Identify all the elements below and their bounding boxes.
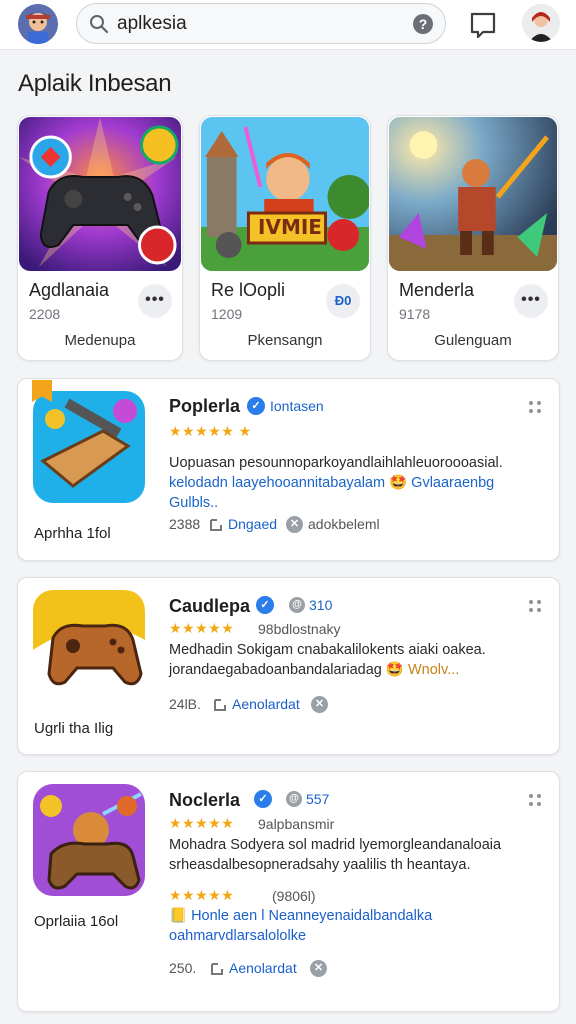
more-options-icon[interactable] [527,598,545,616]
developer-page-link[interactable]: Aenolardat [232,696,300,712]
secondary-rating-stars: ★★★★★ [169,887,235,903]
fighter-app-icon [33,784,145,896]
app-caption: Oprlaiia 16ol [34,913,119,930]
link-icon [214,699,226,711]
rating-stars: ★★★★★ [169,815,235,831]
app-title[interactable]: Caudlepa [169,596,250,617]
featured-category: Pkensangn [247,332,323,349]
app-subtitle: 98bdlostnaky [258,621,341,637]
link-icon [211,963,223,975]
app-title[interactable]: Noclerla [169,790,240,811]
app-description: Mohadra Sodyera sol madrid lyemorgleanda… [169,837,502,873]
secondary-rating-count: (9806l) [272,888,316,904]
verified-badge-icon: ✓ [256,596,274,614]
help-icon[interactable]: ? [413,14,433,34]
featured-category: Gulenguam [434,332,512,349]
featured-card[interactable]: Agdlanaia 2208 ••• Medenupa [17,115,183,361]
message-icon[interactable] [466,8,500,42]
search-bar[interactable]: ? [76,3,446,44]
featured-number: 9178 [399,306,431,322]
developer-link[interactable]: Iontasen [270,398,324,414]
featured-name: Agdlanaia [29,280,110,300]
app-description: Medhadin Sokigam cnabakalilokents aiaki … [169,642,486,678]
app-list-item[interactable]: Ugrli tha Ilig Caudlepa ✓ @ 310 ★★★★★ 98… [17,577,560,755]
featured-name: Re lOopli [211,280,286,300]
more-options-button[interactable]: Đ0 [326,284,360,318]
profile-person-icon [522,4,560,42]
featured-card[interactable]: IVMIE Re lOopli 1209 Đ0 Pkensangn [199,115,371,361]
featured-artwork-hero: IVMIE [201,117,369,271]
user-avatar[interactable] [18,4,58,44]
featured-category: Medenupa [64,332,136,349]
top-bar: ? [0,0,576,50]
app-title[interactable]: Poplerla [169,396,240,417]
verified-badge-icon: ✓ [254,790,272,808]
avatar-character-icon [18,4,58,44]
verified-badge-icon: ✓ [247,397,265,415]
download-count: 2388 [169,516,201,532]
featured-name: Menderla [399,280,475,300]
app-icon [33,391,145,503]
more-options-icon[interactable] [527,399,545,417]
app-caption: Ugrli tha Ilig [34,720,114,737]
app-caption: Aprhha 1fol [34,525,111,542]
more-options-button[interactable]: ••• [138,284,172,318]
info-icon: @ [289,597,305,613]
warrior-art-icon [389,117,557,271]
featured-artwork-warrior [389,117,557,271]
section-title: Aplaik Inbesan [18,70,172,97]
app-description: Uopuasan pesounnoparkoyandlaihlahleuoroo… [169,455,503,511]
featured-number: 2208 [29,306,61,322]
featured-number: 1209 [211,306,243,322]
artwork-banner-text: IVMIE [258,215,322,239]
download-count: 24lB. [169,696,201,712]
search-input[interactable] [117,8,397,40]
app-subtitle: 9alpbansmir [258,816,335,832]
rating-stars: ★★★★★ [169,620,235,636]
rating-count: 557 [306,791,330,807]
gamepad-app-icon [33,590,145,702]
rating-stars: ★★★★★ ★ [169,423,252,439]
app-list-item[interactable]: Oprlaiia 16ol Noclerla ✓ @ 557 ★★★★★ 9al… [17,771,560,1012]
featured-card[interactable]: Menderla 9178 ••• Gulenguam [387,115,559,361]
close-icon[interactable]: ✕ [286,516,303,533]
rating-count: 310 [309,597,333,613]
app-icon [33,590,145,702]
hero-art-icon [201,117,369,271]
close-icon[interactable]: ✕ [310,960,327,977]
weapon-app-icon [33,391,145,503]
developer-page-link[interactable]: Dngaed [228,516,277,532]
gamepad-art-icon [19,117,181,271]
more-options-icon[interactable] [527,792,545,810]
close-icon[interactable]: ✕ [311,696,328,713]
app-links[interactable]: 📒 Honle aen l Neanneyenaidalbandalka oah… [169,906,549,946]
featured-artwork-gamepad [19,117,181,271]
download-count: 250. [169,960,197,976]
more-options-button[interactable]: ••• [514,284,548,318]
search-icon [90,15,109,34]
meta-tail-text: adokbeleml [308,516,380,532]
app-list-item[interactable]: Aprhha 1fol Poplerla ✓ Iontasen ★★★★★ ★ … [17,378,560,561]
profile-avatar[interactable] [522,4,560,42]
app-icon [33,784,145,896]
info-icon: @ [286,791,302,807]
link-icon [210,519,222,531]
developer-page-link[interactable]: Aenolardat [229,960,297,976]
